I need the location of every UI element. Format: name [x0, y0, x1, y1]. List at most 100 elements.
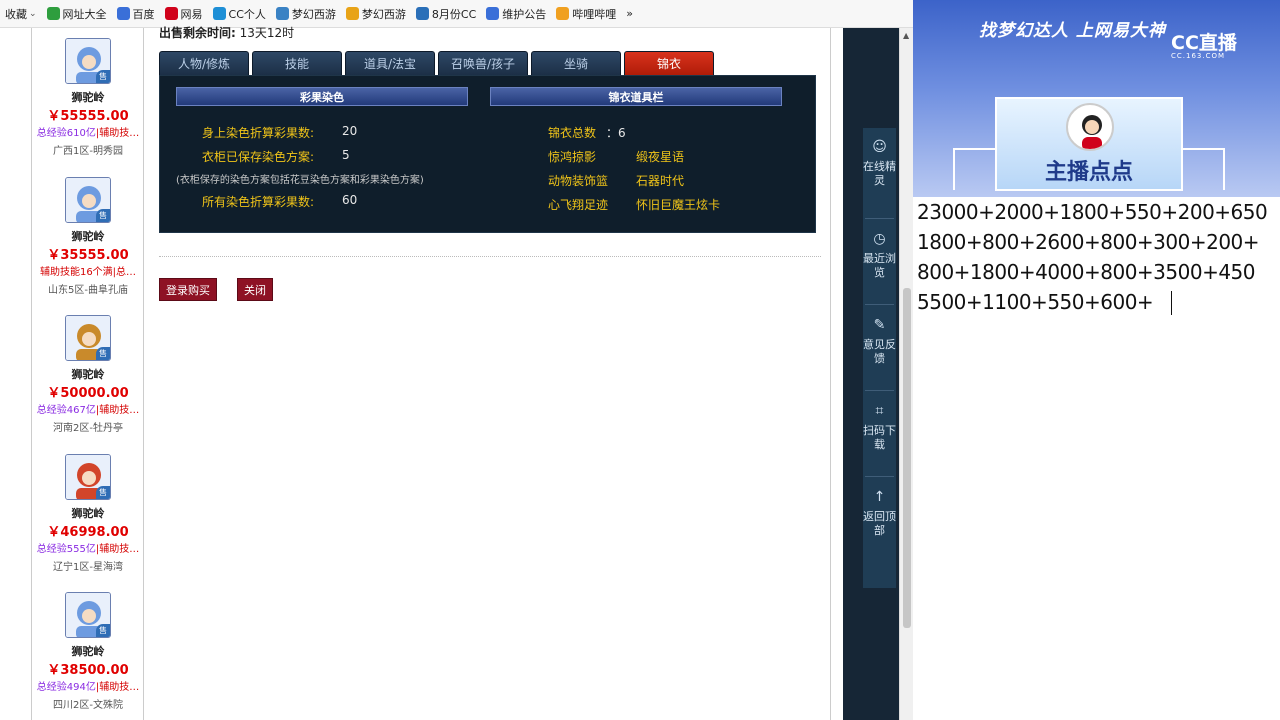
sidebar-button[interactable]: ↑ 返回顶部: [863, 490, 896, 538]
sidebar-icon: ✎: [873, 317, 886, 333]
sell-badge: 售: [96, 624, 110, 637]
bookmark-item[interactable]: 8月份CC: [411, 0, 481, 27]
sidebar-icon: ↑: [873, 489, 886, 505]
bookmark-icon: [46, 7, 60, 20]
calc-line: 800+1800+4000+800+3500+450: [917, 260, 1256, 284]
jinyi-item[interactable]: 动物装饰篮: [548, 172, 608, 189]
bookmark-item[interactable]: 哔哩哔哩: [551, 0, 621, 27]
bookmark-icon: [275, 7, 289, 20]
tab-item[interactable]: 道具/法宝: [345, 51, 435, 75]
server-name: 河南2区-牡丹亭: [53, 423, 123, 434]
summary-exp: 总经验494亿: [36, 682, 96, 693]
main-gutter: [830, 28, 843, 720]
price: ￥50000.00: [47, 386, 129, 401]
tab-item[interactable]: 坐骑: [531, 51, 621, 75]
summary-skill: |辅助技…: [95, 543, 140, 555]
left-margin: [0, 28, 32, 720]
jinyi-item[interactable]: 心飞翔足迹: [548, 196, 608, 213]
summary-exp: 总经验610亿: [36, 128, 96, 139]
character-avatar[interactable]: 售: [65, 592, 111, 638]
bookmark-item[interactable]: 百度: [112, 0, 160, 27]
sale-time-value: 13天12时: [239, 26, 295, 40]
cc-logo-sub: CC.163.COM: [1171, 52, 1226, 60]
sidebar-label: 返回顶部: [863, 510, 896, 537]
school-name: 狮驼岭: [71, 368, 105, 381]
character-avatar[interactable]: 售: [65, 176, 111, 223]
sidebar-button[interactable]: ☺ 在线精灵: [863, 140, 896, 188]
server-name: 四川2区-文殊院: [53, 700, 123, 711]
price: ￥55555.00: [47, 109, 129, 124]
jinyi-item[interactable]: 缎夜星语: [636, 148, 684, 165]
summary-info: 总经验610亿|辅助技…: [32, 124, 143, 139]
tab-item[interactable]: 召唤兽/孩子: [438, 51, 528, 75]
card-frame-right: [1181, 148, 1225, 190]
server-name: 辽宁1区-星海湾: [53, 561, 123, 573]
sidebar-divider: [865, 476, 894, 477]
sidebar-divider: [865, 218, 894, 219]
bookmark-label: CC个人: [228, 7, 266, 21]
sidebar-button[interactable]: ⌗ 扫码下载: [863, 404, 896, 452]
sidebar-icon: ⌗: [875, 403, 884, 419]
listing-item[interactable]: 售狮驼岭 ￥55555.00 总经验610亿|辅助技… 广西1区-明秀园: [32, 38, 143, 176]
sidebar-icon: ☺: [872, 139, 887, 155]
sidebar-button[interactable]: ✎ 意见反馈: [863, 318, 896, 366]
character-avatar[interactable]: 售: [65, 315, 111, 361]
tab-item[interactable]: 锦衣: [624, 51, 714, 75]
listing-item[interactable]: 售狮驼岭 ￥38500.00 总经验494亿|辅助技… 四川2区-文殊院: [32, 592, 143, 720]
main-panel: 出售剩余时间: 13天12时 人物/修炼 技能 道具/法宝 召唤兽/孩子 坐骑 锦衣 彩果…: [145, 26, 830, 720]
chevron-down-icon: ⌄: [29, 8, 37, 19]
bookmark-label: 收藏: [5, 7, 27, 21]
summary-skill: |辅助技…: [95, 682, 140, 693]
bookmark-item[interactable]: 收藏 ⌄: [0, 0, 42, 27]
bookmark-more-button[interactable]: »: [621, 0, 638, 27]
all-dye-label: 所有染色折算彩果数:: [202, 195, 315, 209]
login-buy-button[interactable]: 登录购买: [159, 278, 217, 301]
summary-info: 总经验555亿|辅助技…: [32, 540, 143, 555]
scroll-up-icon[interactable]: ▲: [903, 31, 909, 40]
close-button[interactable]: 关闭: [237, 278, 273, 301]
calc-notepad[interactable]: 23000+2000+1800+550+200+650 1800+800+260…: [913, 197, 1280, 720]
school-name: 狮驼岭: [71, 229, 105, 243]
jinyi-item[interactable]: 惊鸿掠影: [548, 148, 596, 165]
bookmark-bar: 收藏 ⌄ 网址大全 百度 网易 CC个人 梦幻西游 梦幻西游 8月份CC 维护公告 哔哩哔哩 »: [0, 0, 913, 28]
sidebar-divider: [865, 304, 894, 305]
tab-item[interactable]: 人物/修炼: [159, 51, 249, 75]
calc-line: 5500+1100+550+600+: [917, 290, 1154, 314]
dye-body-value: 20: [342, 124, 358, 138]
bookmark-icon: [556, 7, 570, 20]
page-scrollbar[interactable]: ▲: [899, 28, 913, 720]
bookmark-item[interactable]: 网址大全: [42, 0, 112, 27]
character-avatar[interactable]: 售: [65, 453, 111, 500]
dye-body-label: 身上染色折算彩果数:: [202, 126, 315, 140]
summary-info: 总经验494亿|辅助技…: [32, 678, 143, 693]
sale-time: 出售剩余时间: 13天12时: [159, 24, 294, 41]
summary-info: 辅助技能16个满|总…: [32, 263, 143, 278]
character-avatar[interactable]: 售: [65, 38, 111, 84]
section-jinyi-header: 锦衣道具栏: [490, 87, 782, 106]
jinyi-item[interactable]: 怀旧巨魔王炫卡: [636, 196, 720, 213]
summary-exp: 总经验555亿: [36, 543, 96, 555]
jinyi-item[interactable]: 石器时代: [636, 172, 684, 189]
sell-badge: 售: [96, 70, 110, 83]
bookmark-label: 8月份CC: [431, 7, 477, 21]
cc-logo: CC直播: [1171, 32, 1237, 54]
section-dye-header: 彩果染色: [176, 87, 468, 106]
all-dye-value: 60: [342, 193, 358, 207]
listing-item[interactable]: 售狮驼岭 ￥50000.00 总经验467亿|辅助技… 河南2区-牡丹亭: [32, 315, 143, 453]
listing-item[interactable]: 售狮驼岭 ￥35555.00 辅助技能16个满|总… 山东5区-曲阜孔庙: [32, 176, 143, 315]
wardrobe-note: (衣柜保存的染色方案包括花豆染色方案和彩果染色方案): [176, 175, 424, 186]
bookmark-label: 梦幻西游: [361, 7, 406, 21]
scrollbar-thumb[interactable]: [903, 288, 911, 628]
stream-overlay: 找梦幻达人 上网易大神 CC直播 CC.163.COM 主播点点: [913, 0, 1280, 197]
listing-item[interactable]: 售狮驼岭 ￥46998.00 总经验555亿|辅助技… 辽宁1区-星海湾: [32, 453, 143, 592]
tab-item[interactable]: 技能: [252, 51, 342, 75]
server-name: 山东5区-曲阜孔庙: [48, 284, 128, 296]
sidebar-divider: [865, 390, 894, 391]
bookmark-item[interactable]: 梦幻西游: [341, 0, 411, 27]
sell-badge: 售: [96, 485, 110, 499]
sell-badge: 售: [96, 208, 110, 222]
jinyi-total-label: 锦衣总数: [548, 126, 597, 140]
sidebar-button[interactable]: ◷ 最近浏览: [863, 232, 896, 280]
stream-slogan: 找梦幻达人 上网易大神: [979, 21, 1166, 41]
bookmark-item[interactable]: 维护公告: [481, 0, 551, 27]
